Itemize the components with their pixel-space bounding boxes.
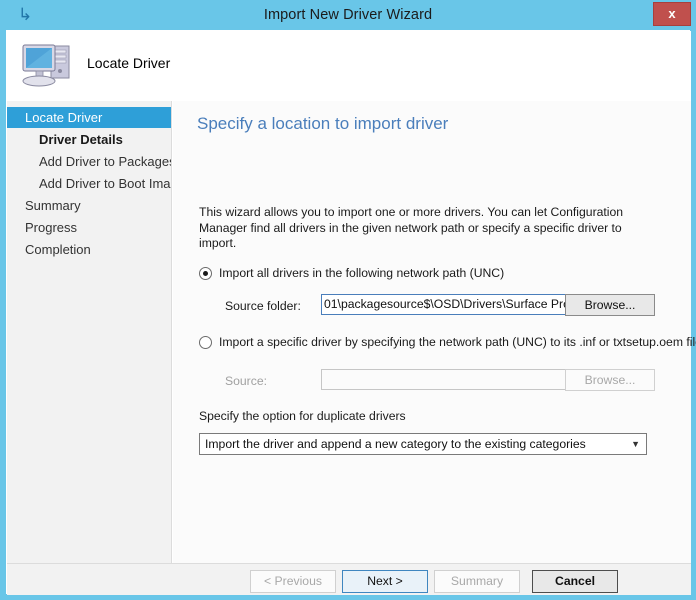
duplicate-drivers-select[interactable]: Import the driver and append a new categ… (199, 433, 647, 455)
source-folder-value: 01\packagesource$\OSD\Drivers\Surface Pr… (324, 297, 570, 311)
next-button[interactable]: Next > (342, 570, 428, 593)
sidebar-item-add-driver-to-boot-images[interactable]: Add Driver to Boot Images (7, 173, 171, 194)
wizard-header: Locate Driver (7, 31, 691, 101)
radio-import-specific-driver-label: Import a specific driver by specifying t… (219, 335, 696, 349)
source-folder-label: Source folder: (225, 299, 301, 313)
title-bar: ↳ Import New Driver Wizard x (0, 0, 696, 30)
radio-indicator-unselected[interactable] (199, 336, 212, 349)
content-heading: Specify a location to import driver (197, 114, 449, 133)
duplicate-drivers-value: Import the driver and append a new categ… (205, 437, 586, 451)
browse-button-source: Browse... (565, 369, 655, 391)
sidebar-item-driver-details[interactable]: Driver Details (7, 129, 171, 150)
browse-button-folder[interactable]: Browse... (565, 294, 655, 316)
client-area: Locate Driver Locate Driver Driver Detai… (6, 30, 696, 595)
radio-indicator-selected[interactable] (199, 267, 212, 280)
main-content: Specify a location to import driver This… (173, 101, 696, 563)
summary-button: Summary (434, 570, 520, 593)
source-folder-input[interactable]: 01\packagesource$\OSD\Drivers\Surface Pr… (321, 294, 581, 315)
computer-icon (17, 36, 77, 94)
sidebar-item-summary[interactable]: Summary (7, 195, 171, 216)
wizard-steps-sidebar: Locate Driver Driver Details Add Driver … (7, 101, 172, 563)
previous-button: < Previous (250, 570, 336, 593)
wizard-footer: < Previous Next > Summary Cancel (7, 563, 691, 595)
sidebar-item-add-driver-to-packages[interactable]: Add Driver to Packages (7, 151, 171, 172)
cancel-button[interactable]: Cancel (532, 570, 618, 593)
page-title: Locate Driver (87, 55, 171, 71)
chevron-down-icon[interactable]: ▼ (631, 434, 640, 454)
source-label: Source: (225, 374, 268, 388)
window-title: Import New Driver Wizard (263, 7, 433, 23)
sidebar-item-progress[interactable]: Progress (7, 217, 171, 238)
radio-import-all-drivers-label: Import all drivers in the following netw… (219, 266, 505, 280)
sidebar-item-locate-driver[interactable]: Locate Driver (7, 107, 171, 128)
intro-description: This wizard allows you to import one or … (199, 205, 624, 250)
wizard-window: ↳ Import New Driver Wizard x Locate Driv… (0, 0, 696, 600)
source-input[interactable] (321, 369, 581, 390)
close-button[interactable]: x (653, 2, 691, 26)
duplicate-drivers-label: Specify the option for duplicate drivers (199, 409, 406, 423)
sidebar-item-completion[interactable]: Completion (7, 239, 171, 260)
